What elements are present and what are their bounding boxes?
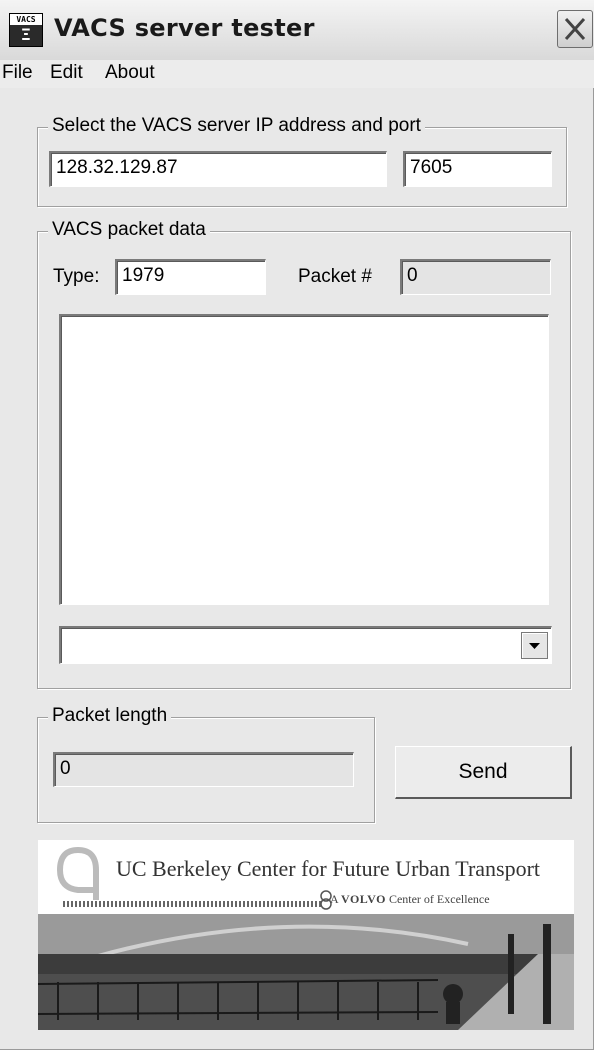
type-label: Type:	[53, 266, 100, 287]
close-button[interactable]	[557, 10, 593, 48]
menu-bar: File Edit About	[0, 60, 594, 88]
app-window: VACS Ξ VACS server tester File Edit About…	[0, 0, 594, 1050]
packet-number-field: 0	[400, 259, 551, 295]
close-icon	[564, 17, 586, 41]
ip-address-field[interactable]: 128.32.129.87	[49, 151, 387, 187]
packet-combo-box[interactable]	[59, 626, 552, 664]
window-title: VACS server tester	[54, 14, 315, 42]
app-icon: VACS Ξ	[9, 13, 43, 47]
packet-length-field: 0	[53, 752, 354, 787]
banner-sub-suffix: Center of Excellence	[388, 892, 490, 906]
port-field[interactable]: 7605	[403, 151, 552, 187]
packet-data-textarea[interactable]	[59, 314, 549, 605]
packet-data-group-label: VACS packet data	[48, 219, 210, 241]
chevron-down-icon	[529, 643, 540, 649]
server-group-label: Select the VACS server IP address and po…	[48, 115, 425, 137]
banner-sub-prefix: A	[330, 892, 339, 906]
menu-about[interactable]: About	[105, 62, 155, 84]
bridge-photo-image	[38, 914, 574, 1030]
packet-length-group-label: Packet length	[48, 705, 172, 727]
dropdown-button[interactable]	[521, 632, 548, 659]
banner-subtitle: A VOLVO Center of Excellence	[330, 892, 490, 907]
banner-sub-brand: VOLVO	[341, 892, 386, 906]
menu-file[interactable]: File	[2, 62, 33, 84]
menu-edit[interactable]: Edit	[50, 62, 83, 84]
title-bar[interactable]: VACS Ξ VACS server tester	[0, 0, 594, 61]
send-button[interactable]: Send	[395, 746, 572, 799]
cfut-banner-image: UC Berkeley Center for Future Urban Tran…	[38, 840, 574, 1030]
packet-number-label: Packet #	[298, 266, 372, 287]
type-field[interactable]: 1979	[115, 259, 266, 295]
banner-title: UC Berkeley Center for Future Urban Tran…	[116, 856, 541, 881]
